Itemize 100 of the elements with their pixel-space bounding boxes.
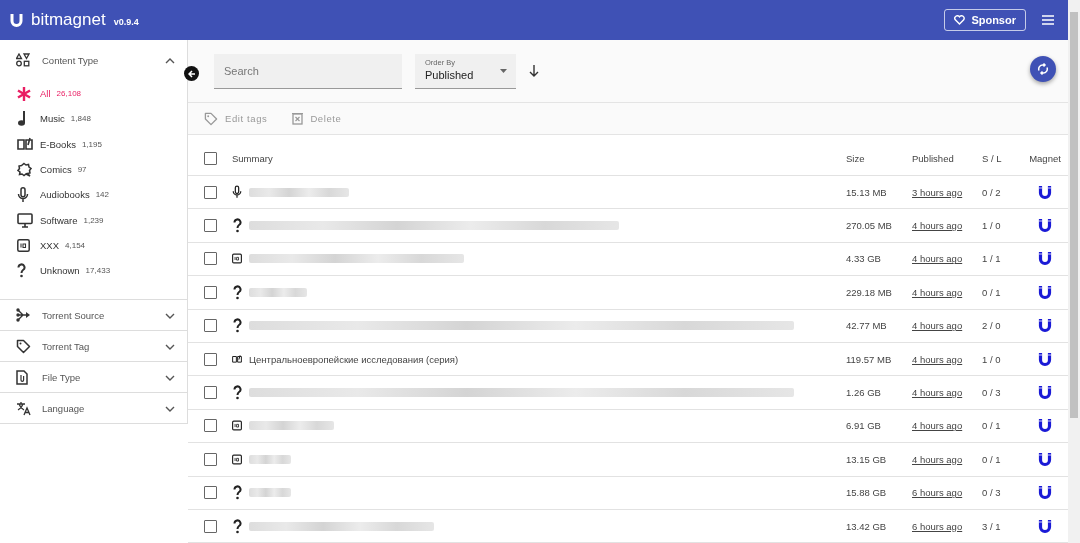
branching-arrow-icon: [16, 308, 31, 323]
column-header: Size: [846, 152, 866, 164]
row-checkbox[interactable]: [203, 285, 217, 299]
magnet-logo-icon: [10, 13, 23, 27]
chevron-down-icon[interactable]: [165, 405, 175, 412]
row-checkbox[interactable]: [203, 185, 217, 199]
item-count: 26,108: [56, 89, 82, 99]
monitor-icon: [17, 212, 33, 228]
seeders-leechers-cell-text: 0 / 1: [982, 286, 1002, 298]
item-count: 17,433: [85, 266, 111, 276]
size-cell-text: 4.33 GB: [846, 253, 882, 265]
seeders-leechers-cell-text: 1 / 0: [982, 220, 1002, 232]
filter-option[interactable]: Music: [40, 113, 65, 125]
shapes-icon: [16, 53, 30, 67]
rating-box-icon: [17, 238, 30, 252]
magnet-icon[interactable]: [1038, 385, 1052, 401]
chevron-up-icon[interactable]: [165, 57, 175, 64]
chevron-down-icon[interactable]: [165, 374, 175, 381]
published-link[interactable]: 4 hours ago: [912, 286, 963, 298]
item-count: 4,154: [65, 240, 86, 250]
item-count: 1,239: [83, 215, 104, 225]
seeders-leechers-cell-text: 0 / 3: [982, 387, 1002, 399]
arrow-left-icon: [187, 69, 196, 78]
published-link[interactable]: 4 hours ago: [912, 320, 963, 332]
magnet-icon[interactable]: [1038, 284, 1052, 300]
filter-option[interactable]: XXX: [40, 239, 59, 251]
row-checkbox[interactable]: [203, 386, 217, 400]
magnet-icon[interactable]: [1038, 518, 1052, 534]
filter-section-header[interactable]: Torrent Tag: [42, 340, 165, 352]
magnet-icon[interactable]: [1038, 418, 1052, 434]
item-count: 1,195: [81, 139, 102, 149]
magnet-icon[interactable]: [1038, 485, 1052, 501]
select-all-checkbox[interactable]: [203, 151, 217, 165]
seeders-leechers-cell-text: 0 / 1: [982, 420, 1002, 432]
app-title: bitmagnet: [31, 10, 106, 30]
published-link[interactable]: 6 hours ago: [912, 520, 963, 532]
rating-box-icon: [232, 252, 242, 266]
menu-icon[interactable]: [1042, 15, 1054, 25]
row-checkbox[interactable]: [203, 352, 217, 366]
chevron-down-icon[interactable]: [165, 343, 175, 350]
item-count: 142: [95, 190, 109, 200]
row-checkbox[interactable]: [203, 486, 217, 500]
seeders-leechers-cell-text: 0 / 2: [982, 186, 1002, 198]
asterisk-icon: [17, 86, 31, 101]
seeders-leechers-cell-text: 0 / 3: [982, 487, 1002, 499]
file-icon: [16, 369, 28, 385]
magnet-icon[interactable]: [1038, 218, 1052, 234]
summary-cell: Центральноевропейские исследования (серия): [249, 353, 459, 365]
sort-arrow-down-icon[interactable]: [529, 65, 539, 77]
seeders-leechers-cell-text: 2 / 0: [982, 320, 1002, 332]
published-link[interactable]: 3 hours ago: [912, 186, 963, 198]
magnet-icon[interactable]: [1038, 251, 1052, 267]
size-cell-text: 13.42 GB: [846, 520, 888, 532]
size-cell-text: 270.05 MB: [846, 220, 893, 232]
published-link[interactable]: 6 hours ago: [912, 487, 963, 499]
magnet-icon[interactable]: [1038, 451, 1052, 467]
published-link[interactable]: 4 hours ago: [912, 420, 963, 432]
row-checkbox[interactable]: [203, 319, 217, 333]
music-note-icon: [17, 111, 27, 127]
filter-option[interactable]: E-Books: [40, 138, 76, 150]
column-header: Magnet: [1029, 152, 1061, 164]
question-mark-icon: [232, 518, 242, 534]
rating-box-icon: [232, 452, 242, 466]
filter-option[interactable]: Comics: [40, 164, 72, 176]
magnet-icon[interactable]: [1038, 184, 1052, 200]
filter-option[interactable]: Software: [40, 214, 78, 226]
row-checkbox[interactable]: [203, 252, 217, 266]
seeders-leechers-cell-text: 1 / 0: [982, 353, 1002, 365]
question-mark-icon: [232, 284, 242, 300]
filter-option[interactable]: Unknown: [40, 265, 80, 277]
search-field[interactable]: Search: [214, 53, 402, 89]
published-link[interactable]: 4 hours ago: [912, 453, 963, 465]
question-mark-icon: [232, 318, 242, 334]
sponsor-button[interactable]: Sponsor: [944, 9, 1026, 31]
filter-section-header[interactable]: Torrent Source: [42, 309, 165, 321]
filter-section-header[interactable]: Language: [42, 402, 165, 414]
magnet-icon[interactable]: [1038, 351, 1052, 367]
published-link[interactable]: 4 hours ago: [912, 253, 963, 265]
published-link[interactable]: 4 hours ago: [912, 387, 963, 399]
seeders-leechers-cell-text: 1 / 1: [982, 253, 1002, 265]
magnet-icon[interactable]: [1038, 318, 1052, 334]
published-link[interactable]: 4 hours ago: [912, 353, 963, 365]
published-link[interactable]: 4 hours ago: [912, 220, 963, 232]
filter-section-header[interactable]: Content Type: [42, 54, 165, 66]
filter-option[interactable]: Audiobooks: [40, 189, 90, 201]
filter-section-header[interactable]: File Type: [42, 371, 165, 383]
seeders-leechers-cell-text: 3 / 1: [982, 520, 1002, 532]
refresh-icon: [1037, 63, 1049, 75]
row-checkbox[interactable]: [203, 452, 217, 466]
row-checkbox[interactable]: [203, 519, 217, 533]
scrollbar[interactable]: [1068, 0, 1080, 543]
version-label: v0.9.4: [113, 16, 139, 27]
chevron-down-icon[interactable]: [165, 312, 175, 319]
size-cell-text: 229.18 MB: [846, 286, 893, 298]
tag-icon: [16, 338, 31, 354]
item-count: 97: [77, 165, 87, 175]
rating-box-icon: [232, 419, 242, 433]
row-checkbox[interactable]: [203, 219, 217, 233]
filter-option[interactable]: All: [40, 88, 51, 100]
row-checkbox[interactable]: [203, 419, 217, 433]
